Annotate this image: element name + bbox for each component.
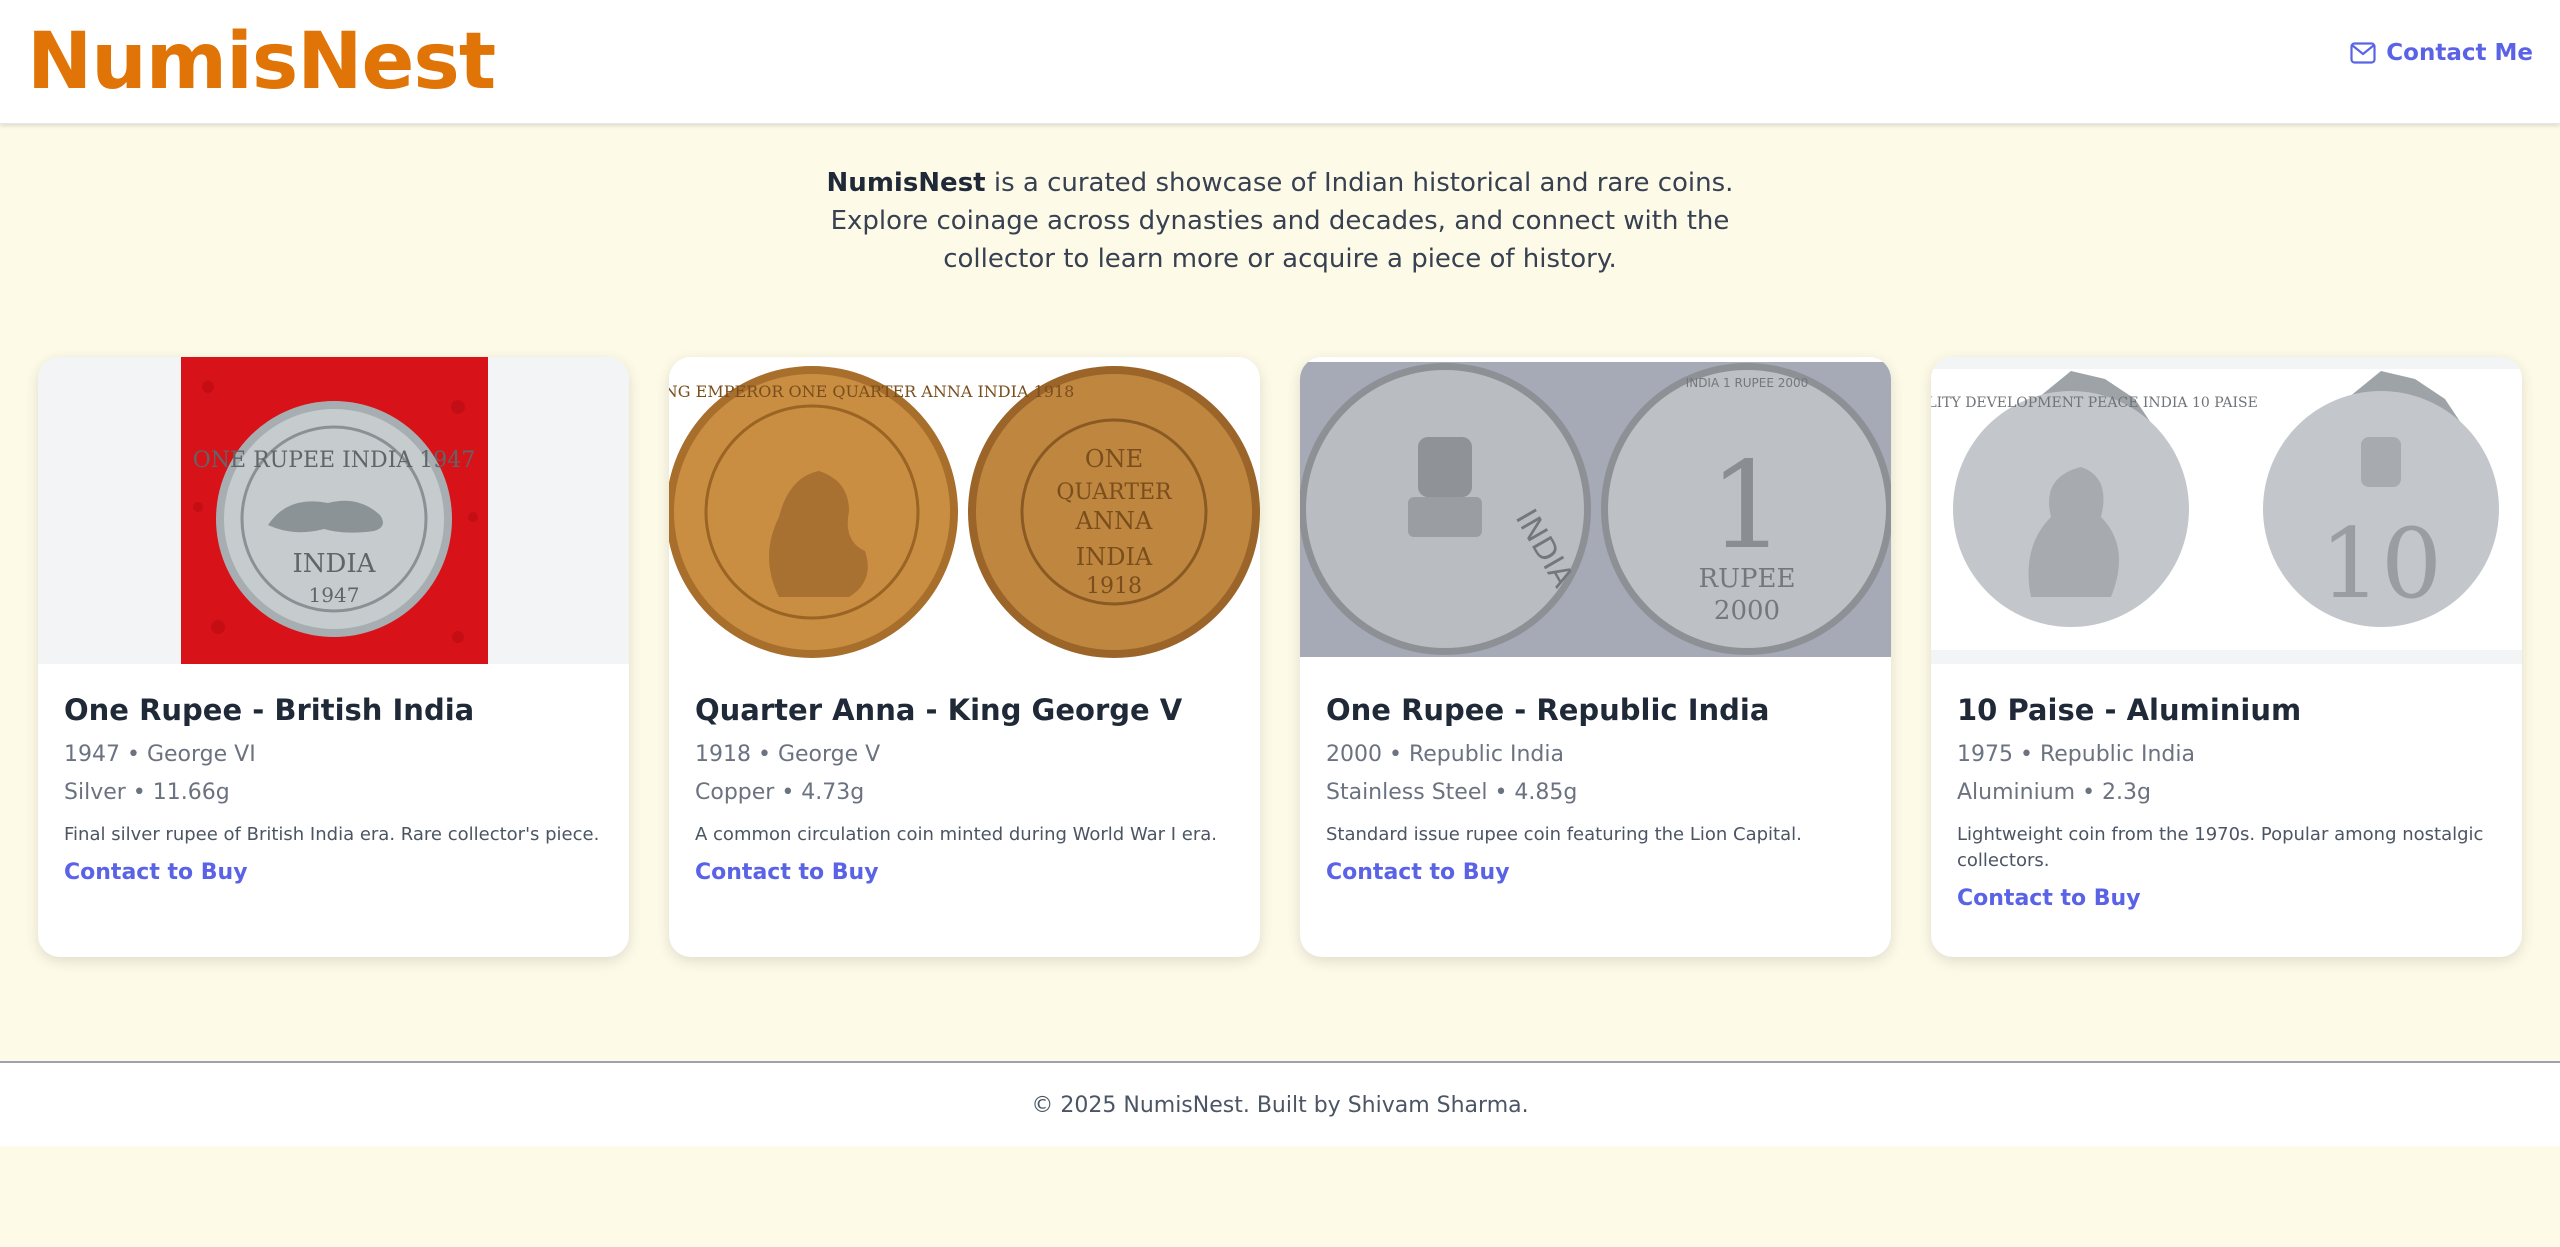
contact-to-buy-button[interactable]: Contact to Buy — [1326, 860, 1510, 885]
svg-text:ONE: ONE — [1085, 445, 1143, 473]
coin-year-ruler: 1975 • Republic India — [1957, 742, 2195, 767]
svg-text:INDIA: INDIA — [293, 549, 377, 579]
mail-icon — [2350, 42, 2376, 64]
coin-description: A common circulation coin minted during … — [695, 824, 1218, 845]
coin-one-rupee-republic-image: INDIA 1 RUPEE 2000 INDIA 1 RUPEE 2000 — [1300, 357, 1891, 664]
contact-to-buy-button[interactable]: Contact to Buy — [1957, 886, 2141, 911]
coin-text-one-rupee: ONE RUPEE INDIA 1947 — [193, 448, 476, 473]
coin-title: 10 Paise - Aluminium — [1957, 693, 2302, 727]
svg-text:2000: 2000 — [1714, 596, 1780, 626]
coin-description: Standard issue rupee coin featuring the … — [1326, 824, 1802, 845]
coin-year-ruler: 1947 • George VI — [64, 742, 256, 767]
coin-card: ONE RUPEE INDIA 1947 INDIA 1947 One Rupe… — [38, 357, 629, 957]
coin-metal-weight: Aluminium • 2.3g — [1957, 780, 2151, 805]
footer-copyright: © 2025 NumisNest. Built by Shivam Sharma… — [1031, 1093, 1529, 1118]
coin-year-ruler: 2000 • Republic India — [1326, 742, 1564, 767]
svg-text:QUARTER: QUARTER — [1056, 480, 1173, 505]
svg-text:INDIA: INDIA — [1076, 543, 1153, 571]
contact-me-label: Contact Me — [2386, 40, 2533, 66]
svg-text:10: 10 — [2320, 508, 2442, 620]
site-footer: © 2025 NumisNest. Built by Shivam Sharma… — [0, 1061, 2560, 1146]
coin-card: 10 EQUALITY DEVELOPMENT PEACE INDIA 10 P… — [1931, 357, 2522, 957]
coin-image: ONE RUPEE INDIA 1947 INDIA 1947 — [38, 357, 629, 664]
coin-description: Lightweight coin from the 1970s. Popular… — [1957, 824, 2484, 871]
svg-text:1918: 1918 — [1086, 574, 1142, 599]
svg-text:RUPEE: RUPEE — [1699, 564, 1796, 594]
svg-text:1: 1 — [1709, 437, 1785, 576]
coin-image: ONE QUARTER ANNA INDIA 1918 GEORGE V KIN… — [669, 357, 1260, 664]
coin-image: INDIA 1 RUPEE 2000 INDIA 1 RUPEE 2000 — [1300, 357, 1891, 664]
contact-me-link[interactable]: Contact Me — [2350, 40, 2533, 66]
coin-text-quarter-anna: GEORGE V KING EMPEROR ONE QUARTER ANNA I… — [669, 382, 1074, 401]
coin-quarter-anna-image: ONE QUARTER ANNA INDIA 1918 GEORGE V KIN… — [669, 357, 1260, 664]
coin-title: One Rupee - British India — [64, 693, 475, 727]
coin-metal-weight: Silver • 11.66g — [64, 780, 230, 805]
coin-card: INDIA 1 RUPEE 2000 INDIA 1 RUPEE 2000 On… — [1300, 357, 1891, 957]
site-logo[interactable]: NumisNest — [27, 12, 496, 112]
svg-text:ANNA: ANNA — [1075, 507, 1153, 535]
coin-image: 10 EQUALITY DEVELOPMENT PEACE INDIA 10 P… — [1931, 357, 2522, 664]
coin-metal-weight: Stainless Steel • 4.85g — [1326, 780, 1578, 805]
contact-to-buy-button[interactable]: Contact to Buy — [64, 860, 248, 885]
coin-text-republic-rupee: INDIA 1 RUPEE 2000 — [1686, 376, 1809, 390]
contact-to-buy-button[interactable]: Contact to Buy — [695, 860, 879, 885]
coin-grid: ONE RUPEE INDIA 1947 INDIA 1947 One Rupe… — [38, 357, 2522, 957]
coin-card: ONE QUARTER ANNA INDIA 1918 GEORGE V KIN… — [669, 357, 1260, 957]
site-header: NumisNest Contact Me — [0, 0, 2560, 124]
svg-text:1947: 1947 — [309, 583, 360, 607]
coin-title: Quarter Anna - King George V — [695, 693, 1183, 727]
coin-ten-paise-image: 10 EQUALITY DEVELOPMENT PEACE INDIA 10 P… — [1931, 357, 2522, 664]
coin-metal-weight: Copper • 4.73g — [695, 780, 865, 805]
intro-brand: NumisNest — [826, 168, 986, 198]
coin-description: Final silver rupee of British India era.… — [64, 824, 600, 845]
coin-title: One Rupee - Republic India — [1326, 693, 1770, 727]
intro-paragraph: NumisNest is a curated showcase of India… — [780, 164, 1780, 278]
coin-text-ten-paise: EQUALITY DEVELOPMENT PEACE INDIA 10 PAIS… — [1931, 395, 2258, 411]
coin-year-ruler: 1918 • George V — [695, 742, 881, 767]
coin-one-rupee-british-image: ONE RUPEE INDIA 1947 INDIA 1947 — [38, 357, 629, 664]
